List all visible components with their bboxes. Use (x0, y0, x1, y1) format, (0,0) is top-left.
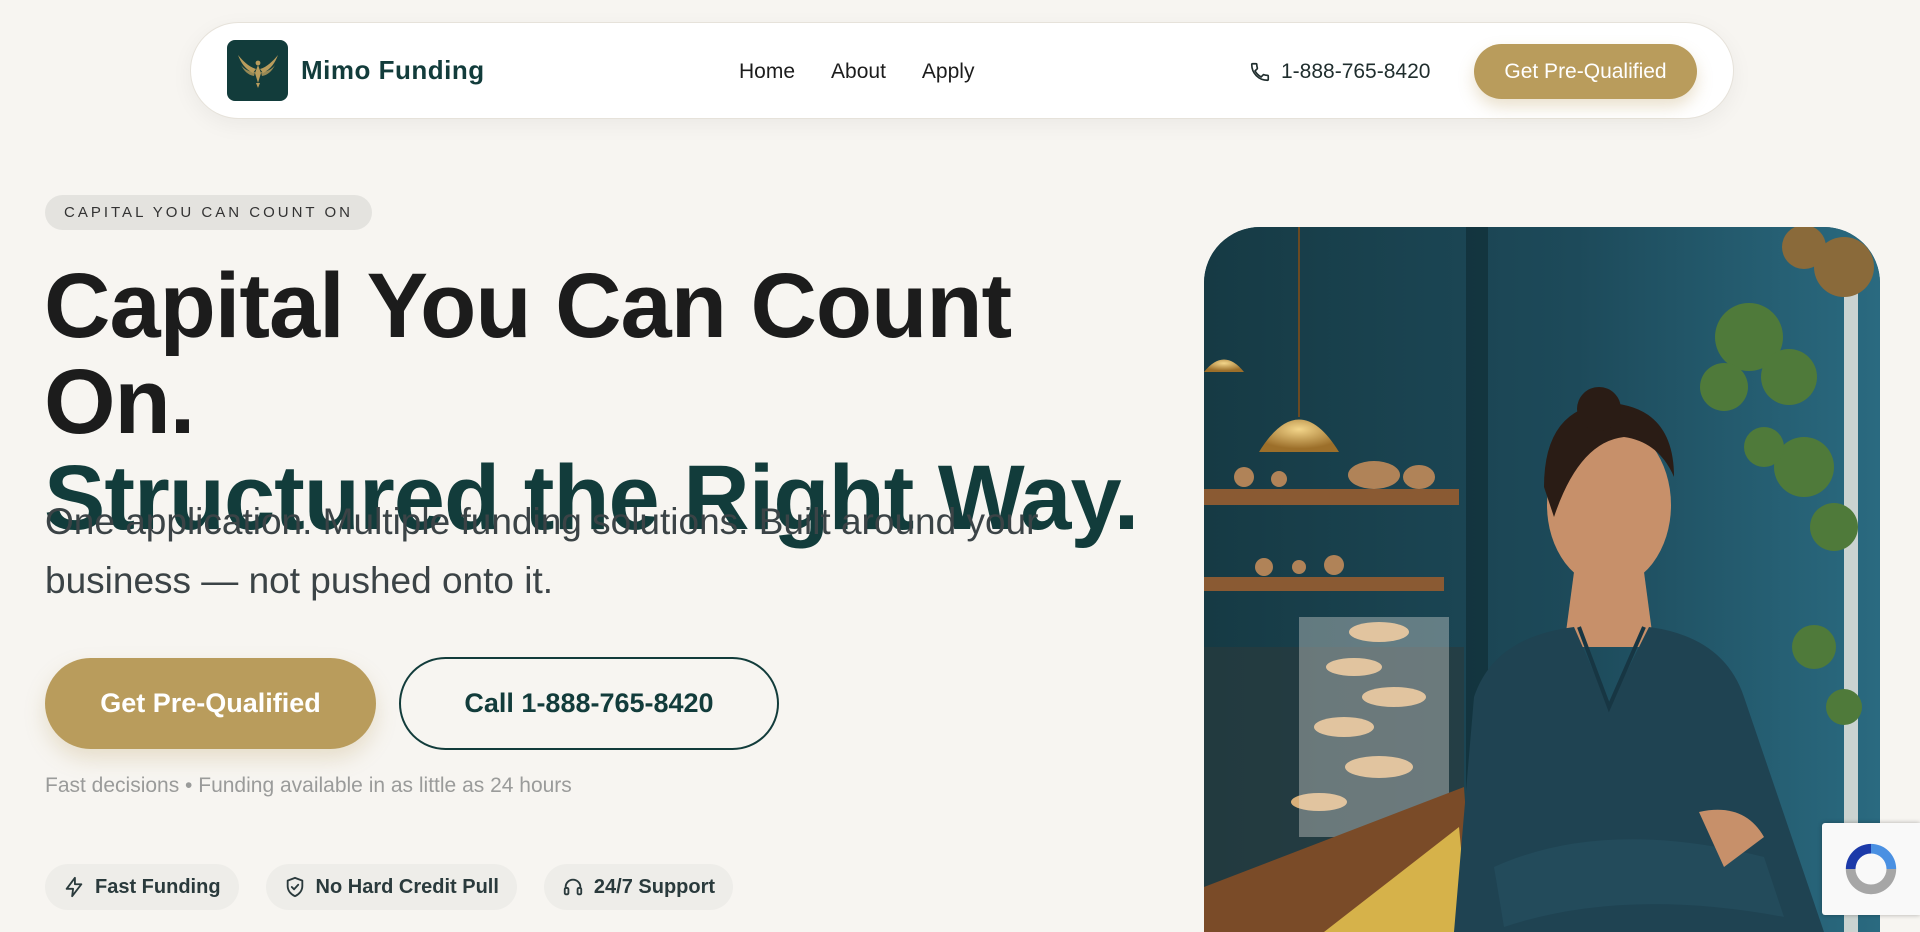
badge-no-hard-credit-pull: No Hard Credit Pull (265, 864, 517, 910)
nav-phone-link[interactable]: 1-888-765-8420 (1249, 23, 1430, 120)
feature-badges: Fast Funding No Hard Credit Pull 24/7 Su… (45, 864, 734, 910)
nav-phone-number: 1-888-765-8420 (1281, 59, 1431, 83)
badge-fast-funding: Fast Funding (45, 864, 239, 910)
nav-get-prequalified-button[interactable]: Get Pre-Qualified (1474, 44, 1697, 99)
recaptcha-badge[interactable] (1822, 823, 1920, 915)
hero-photo (1204, 227, 1880, 932)
hero-call-button[interactable]: Call 1-888-765-8420 (399, 657, 779, 750)
headset-icon (563, 878, 583, 896)
bolt-icon (65, 876, 83, 898)
hero-lead: One application. Multiple funding soluti… (45, 501, 1039, 601)
nav-link-home[interactable]: Home (739, 60, 795, 84)
phone-icon (1250, 62, 1270, 81)
shield-check-icon (286, 876, 303, 898)
recaptcha-icon (1845, 843, 1897, 895)
badge-label: 24/7 Support (593, 875, 716, 898)
hero-fineprint: Fast decisions • Funding available in as… (45, 774, 572, 797)
top-navigation: Mimo Funding Home About Apply 1-888-765-… (190, 22, 1734, 119)
hero-get-prequalified-button[interactable]: Get Pre-Qualified (45, 658, 376, 749)
brand-logo[interactable] (227, 40, 288, 101)
badge-label: No Hard Credit Pull (315, 875, 499, 898)
nav-link-about[interactable]: About (831, 60, 886, 84)
hero-headline-line1: Capital You Can Count On. (44, 255, 1012, 453)
cafe-owner-photo (1204, 227, 1880, 932)
badge-support: 24/7 Support (543, 864, 734, 910)
brand-name[interactable]: Mimo Funding (301, 55, 485, 86)
nav-link-apply[interactable]: Apply (922, 60, 975, 84)
badge-label: Fast Funding (95, 875, 221, 898)
eagle-icon (237, 54, 278, 88)
nav-links: Home About Apply (739, 23, 974, 120)
hero-eyebrow: CAPITAL YOU CAN COUNT ON (45, 195, 372, 230)
